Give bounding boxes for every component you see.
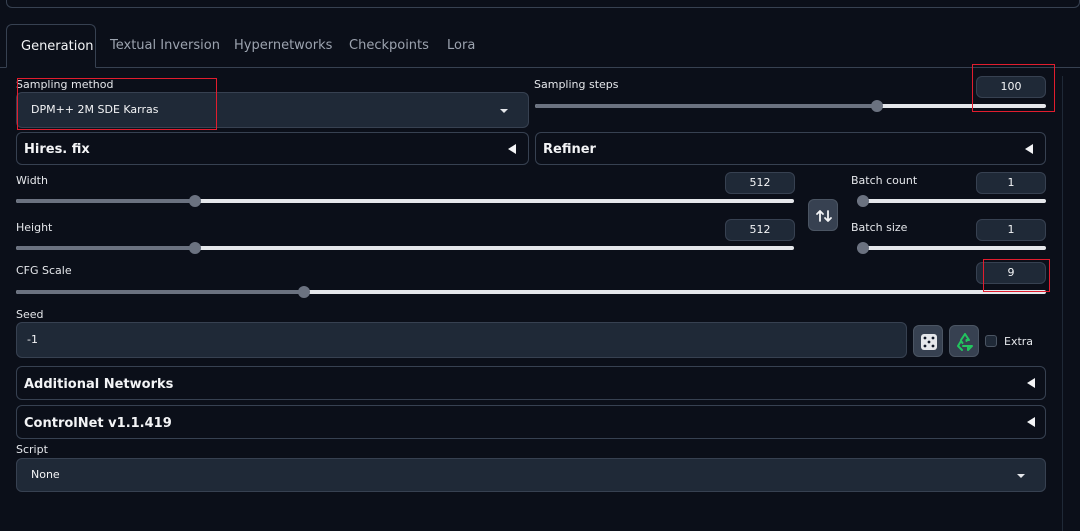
dice-icon [921, 334, 937, 350]
swap-dimensions-icon [816, 210, 832, 222]
slider-thumb[interactable] [857, 242, 869, 254]
sampling-method-value: DPM++ 2M SDE Karras [31, 103, 159, 116]
slider-fill [16, 290, 305, 294]
slider-thumb[interactable] [871, 100, 884, 112]
tab-generation[interactable]: Generation [6, 24, 96, 68]
cfg-scale-input[interactable]: 9 [976, 262, 1046, 284]
recycle-icon [957, 333, 973, 351]
slider-fill [16, 246, 195, 250]
batch-size-slider[interactable] [857, 242, 1046, 254]
slider-thumb[interactable] [298, 286, 311, 298]
width-input[interactable]: 512 [725, 172, 795, 194]
batch-size-label: Batch size [851, 221, 908, 234]
collapse-triangle-icon [508, 144, 516, 154]
seed-label: Seed [16, 308, 44, 321]
collapse-triangle-icon [1027, 378, 1035, 388]
sampling-method-label: Sampling method [16, 78, 114, 91]
sampling-steps-input[interactable]: 100 [976, 76, 1046, 98]
hires-fix-title: Hires. fix [24, 142, 90, 157]
batch-count-input[interactable]: 1 [976, 172, 1046, 194]
extra-checkbox[interactable] [985, 335, 997, 347]
slider-thumb[interactable] [857, 195, 869, 207]
height-label: Height [16, 221, 53, 234]
slider-fill [16, 199, 195, 203]
sampling-steps-label: Sampling steps [534, 78, 619, 91]
script-select[interactable]: None [16, 458, 1046, 492]
sampling-method-select[interactable]: DPM++ 2M SDE Karras [16, 92, 529, 128]
additional-networks-title: Additional Networks [24, 377, 174, 392]
batch-size-input[interactable]: 1 [976, 219, 1046, 241]
chevron-down-icon [500, 109, 508, 113]
controlnet-title: ControlNet v1.1.419 [24, 416, 172, 431]
tab-hypernetworks[interactable]: Hypernetworks [220, 24, 346, 68]
tab-checkpoints[interactable]: Checkpoints [335, 24, 443, 68]
seed-input[interactable]: -1 [16, 322, 907, 358]
refiner-title: Refiner [543, 142, 596, 157]
height-slider[interactable] [16, 242, 794, 254]
hires-fix-accordion[interactable]: Hires. fix [16, 132, 529, 165]
cfg-scale-label: CFG Scale [16, 264, 72, 277]
batch-count-slider[interactable] [857, 195, 1046, 207]
width-label: Width [16, 174, 48, 187]
chevron-down-icon [1017, 474, 1025, 478]
script-value: None [31, 468, 60, 481]
slider-fill [535, 104, 878, 108]
height-input[interactable]: 512 [725, 219, 795, 241]
random-seed-button[interactable] [913, 325, 943, 357]
collapse-triangle-icon [1025, 144, 1033, 154]
scrollbar[interactable] [1062, 76, 1080, 531]
tab-textual-inversion[interactable]: Textual Inversion [96, 24, 234, 68]
cfg-scale-slider[interactable] [16, 286, 1046, 298]
extra-label[interactable]: Extra [1004, 335, 1033, 348]
batch-count-label: Batch count [851, 174, 918, 187]
controlnet-accordion[interactable]: ControlNet v1.1.419 [16, 405, 1046, 439]
additional-networks-accordion[interactable]: Additional Networks [16, 366, 1046, 400]
reuse-seed-button[interactable] [949, 325, 979, 357]
width-slider[interactable] [16, 195, 794, 207]
seed-value: -1 [27, 333, 38, 346]
swap-dimensions-button[interactable] [808, 199, 838, 231]
refiner-accordion[interactable]: Refiner [535, 132, 1046, 165]
slider-thumb[interactable] [188, 242, 201, 254]
top-panel-edge [6, 0, 1080, 8]
collapse-triangle-icon [1027, 417, 1035, 427]
slider-thumb[interactable] [188, 195, 201, 207]
tab-lora[interactable]: Lora [433, 24, 489, 68]
script-label: Script [16, 443, 48, 456]
sampling-steps-slider[interactable] [535, 100, 1046, 112]
